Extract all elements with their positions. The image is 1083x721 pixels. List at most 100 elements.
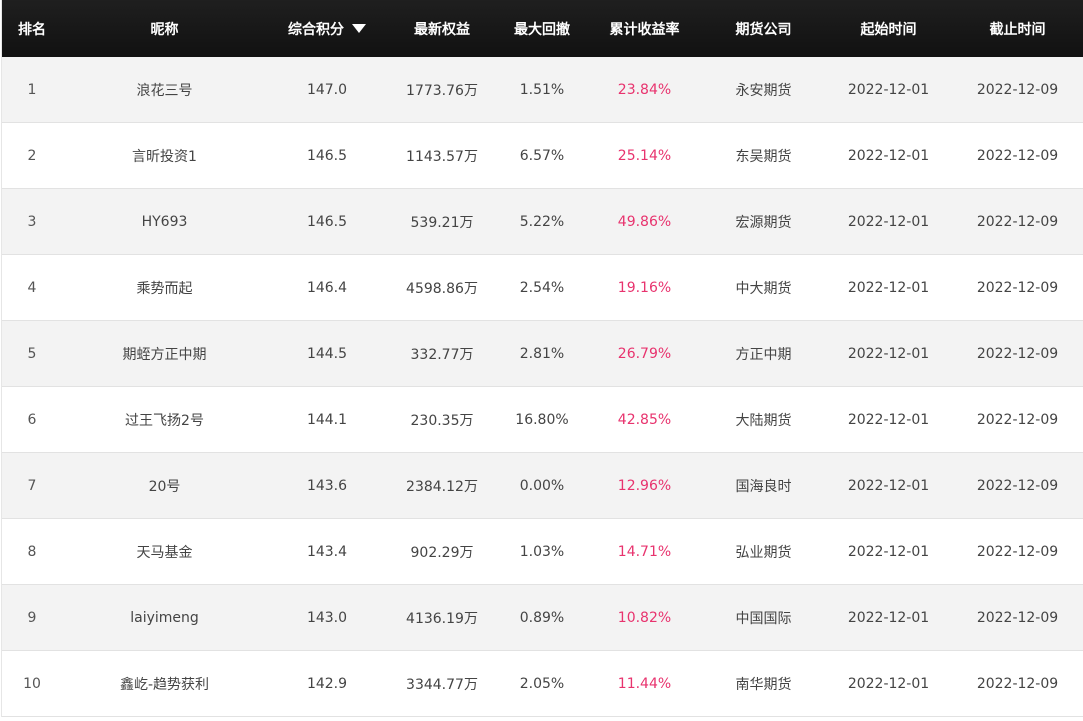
end-date-cell: 2022-12-09: [976, 81, 1059, 98]
header-broker[interactable]: 期货公司: [702, 0, 825, 57]
header-end-date[interactable]: 截止时间: [952, 0, 1083, 57]
table-row[interactable]: 3 HY693 146.5 539.21万 5.22% 49.86% 宏源期货 …: [2, 189, 1083, 255]
header-drawdown[interactable]: 最大回撤: [497, 0, 587, 57]
rank-cell: 3: [27, 213, 37, 230]
return-cell: 26.79%: [617, 345, 672, 362]
start-date-cell: 2022-12-01: [847, 675, 930, 692]
score-cell: 146.4: [306, 279, 348, 296]
rank-cell: 6: [27, 411, 37, 428]
score-cell: 146.5: [306, 213, 348, 230]
name-cell[interactable]: 期蛭方正中期: [62, 321, 267, 386]
header-score[interactable]: 综合积分: [267, 0, 387, 57]
drawdown-cell: 0.89%: [519, 609, 565, 626]
end-date-cell: 2022-12-09: [976, 345, 1059, 362]
equity-cell: 1773.76万: [406, 82, 478, 99]
equity-cell: 1143.57万: [406, 148, 478, 165]
score-cell: 143.4: [306, 543, 348, 560]
name-cell[interactable]: 天马基金: [62, 519, 267, 584]
table-row[interactable]: 1 浪花三号 147.0 1773.76万 1.51% 23.84% 永安期货 …: [2, 57, 1083, 123]
end-date-cell: 2022-12-09: [976, 279, 1059, 296]
broker-cell: 南华期货: [735, 676, 792, 693]
equity-cell: 539.21万: [410, 214, 474, 231]
name-cell[interactable]: 鑫屹-趋势获利: [62, 651, 267, 716]
broker-cell: 大陆期货: [735, 412, 792, 429]
table-row[interactable]: 6 过王飞扬2号 144.1 230.35万 16.80% 42.85% 大陆期…: [2, 387, 1083, 453]
rank-cell: 4: [27, 279, 37, 296]
name-cell[interactable]: laiyimeng: [62, 585, 267, 650]
equity-cell: 230.35万: [410, 412, 474, 429]
drawdown-cell: 2.05%: [519, 675, 565, 692]
rank-cell: 7: [27, 477, 37, 494]
header-rank[interactable]: 排名: [2, 0, 62, 57]
broker-cell: 中国国际: [735, 610, 792, 627]
return-cell: 12.96%: [617, 477, 672, 494]
header-return[interactable]: 累计收益率: [587, 0, 702, 57]
return-cell: 14.71%: [617, 543, 672, 560]
header-equity[interactable]: 最新权益: [387, 0, 497, 57]
name-cell[interactable]: 言昕投资1: [62, 123, 267, 188]
ranking-table: 排名 昵称 综合积分 最新权益 最大回撤 累计收益率 期货公司 起始时间 截止时…: [1, 0, 1083, 717]
return-cell: 42.85%: [617, 411, 672, 428]
sort-down-icon[interactable]: [352, 24, 366, 33]
table-header: 排名 昵称 综合积分 最新权益 最大回撤 累计收益率 期货公司 起始时间 截止时…: [2, 0, 1083, 57]
table-row[interactable]: 2 言昕投资1 146.5 1143.57万 6.57% 25.14% 东吴期货…: [2, 123, 1083, 189]
return-cell: 11.44%: [617, 675, 672, 692]
equity-cell: 332.77万: [410, 346, 474, 363]
equity-cell: 2384.12万: [406, 478, 478, 495]
start-date-cell: 2022-12-01: [847, 477, 930, 494]
drawdown-cell: 1.03%: [519, 543, 565, 560]
start-date-cell: 2022-12-01: [847, 279, 930, 296]
broker-cell: 中大期货: [735, 280, 792, 297]
table-row[interactable]: 4 乘势而起 146.4 4598.86万 2.54% 19.16% 中大期货 …: [2, 255, 1083, 321]
rank-cell: 10: [23, 675, 41, 692]
start-date-cell: 2022-12-01: [847, 345, 930, 362]
drawdown-cell: 1.51%: [519, 81, 565, 98]
return-cell: 23.84%: [617, 81, 672, 98]
start-date-cell: 2022-12-01: [847, 411, 930, 428]
table-row[interactable]: 9 laiyimeng 143.0 4136.19万 0.89% 10.82% …: [2, 585, 1083, 651]
score-cell: 144.1: [306, 411, 348, 428]
table-row[interactable]: 8 天马基金 143.4 902.29万 1.03% 14.71% 弘业期货 2…: [2, 519, 1083, 585]
return-cell: 10.82%: [617, 609, 672, 626]
name-cell[interactable]: 浪花三号: [62, 57, 267, 122]
equity-cell: 3344.77万: [406, 676, 478, 693]
broker-cell: 宏源期货: [735, 214, 792, 231]
broker-cell: 方正中期: [735, 346, 792, 363]
broker-cell: 东吴期货: [735, 148, 792, 165]
header-start-date[interactable]: 起始时间: [825, 0, 952, 57]
end-date-cell: 2022-12-09: [976, 609, 1059, 626]
return-cell: 19.16%: [617, 279, 672, 296]
name-cell[interactable]: 乘势而起: [62, 255, 267, 320]
end-date-cell: 2022-12-09: [976, 675, 1059, 692]
drawdown-cell: 6.57%: [519, 147, 565, 164]
end-date-cell: 2022-12-09: [976, 213, 1059, 230]
score-cell: 146.5: [306, 147, 348, 164]
score-cell: 143.6: [306, 477, 348, 494]
drawdown-cell: 16.80%: [515, 411, 569, 428]
name-cell[interactable]: HY693: [62, 189, 267, 254]
equity-cell: 4136.19万: [406, 610, 478, 627]
broker-cell: 国海良时: [735, 478, 792, 495]
rank-cell: 8: [27, 543, 37, 560]
table-row[interactable]: 7 20号 143.6 2384.12万 0.00% 12.96% 国海良时 2…: [2, 453, 1083, 519]
drawdown-cell: 5.22%: [519, 213, 565, 230]
start-date-cell: 2022-12-01: [847, 147, 930, 164]
score-cell: 144.5: [306, 345, 348, 362]
start-date-cell: 2022-12-01: [847, 213, 930, 230]
end-date-cell: 2022-12-09: [976, 543, 1059, 560]
rank-cell: 2: [27, 147, 37, 164]
start-date-cell: 2022-12-01: [847, 609, 930, 626]
name-cell[interactable]: 过王飞扬2号: [62, 387, 267, 452]
header-score-label: 综合积分: [288, 21, 344, 38]
return-cell: 25.14%: [617, 147, 672, 164]
rank-cell: 1: [27, 81, 37, 98]
table-row[interactable]: 5 期蛭方正中期 144.5 332.77万 2.81% 26.79% 方正中期…: [2, 321, 1083, 387]
equity-cell: 902.29万: [410, 544, 474, 561]
start-date-cell: 2022-12-01: [847, 543, 930, 560]
table-row[interactable]: 10 鑫屹-趋势获利 142.9 3344.77万 2.05% 11.44% 南…: [2, 651, 1083, 717]
end-date-cell: 2022-12-09: [976, 411, 1059, 428]
score-cell: 147.0: [306, 81, 348, 98]
name-cell[interactable]: 20号: [62, 453, 267, 518]
rank-cell: 5: [27, 345, 37, 362]
header-name[interactable]: 昵称: [62, 0, 267, 57]
